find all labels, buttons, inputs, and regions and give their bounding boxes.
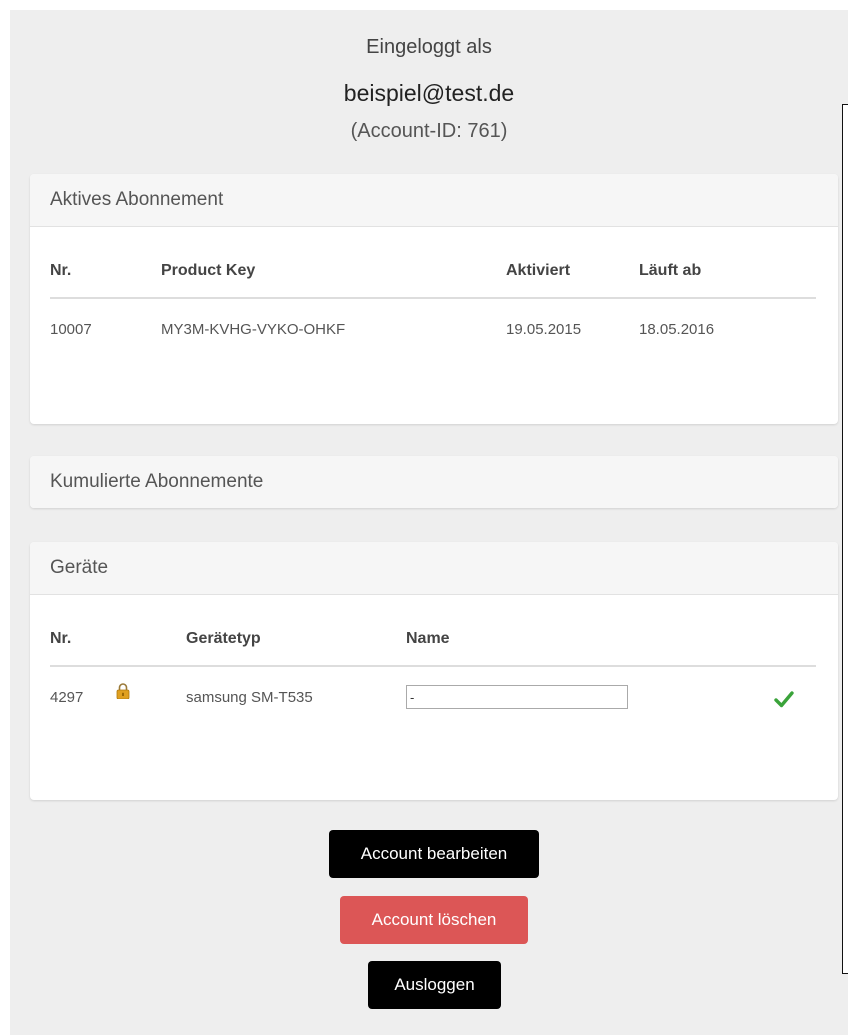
account-email: beispiel@test.de (343, 80, 515, 106)
cumulative-subscriptions-panel[interactable]: Kumulierte Abonnemente (30, 456, 838, 508)
devices-title: Geräte (30, 542, 838, 595)
device-name-input[interactable] (406, 685, 628, 709)
active-subscription-table: Nr. Product Key Aktiviert Läuft ab 10007… (50, 245, 816, 359)
edit-account-button[interactable]: Account bearbeiten (329, 830, 539, 878)
expiry-date: 18.05.2016 (639, 320, 715, 338)
table-header-row: Nr. Gerätetyp Name (50, 613, 816, 667)
column-header-expires: Läuft ab (639, 245, 816, 299)
table-row: 4297 samsung SM-T535 (50, 666, 816, 727)
device-type: samsung SM-T535 (186, 688, 313, 706)
account-page: Eingeloggt als beispiel@test.de (Account… (10, 10, 848, 1035)
devices-panel: Geräte Nr. Gerätetyp Name 4297 samsung S… (30, 542, 838, 800)
logged-in-label: Eingeloggt als (366, 36, 492, 58)
column-header-activated: Aktiviert (506, 245, 639, 299)
active-subscription-title: Aktives Abonnement (30, 174, 838, 227)
column-header-action (726, 613, 816, 667)
right-frame-border (842, 104, 848, 974)
device-lock-cell (116, 666, 186, 727)
checkmark-icon[interactable] (774, 690, 794, 708)
device-name-cell (406, 666, 726, 727)
logout-button[interactable]: Ausloggen (368, 961, 501, 1009)
device-confirm-cell (726, 666, 816, 727)
column-header-lock (116, 613, 186, 667)
column-header-name: Name (406, 613, 726, 667)
device-nr: 4297 (50, 688, 84, 706)
column-header-product-key: Product Key (161, 245, 506, 299)
lock-icon (116, 683, 130, 700)
column-header-device-type: Gerätetyp (186, 613, 406, 667)
active-subscription-panel: Aktives Abonnement Nr. Product Key Aktiv… (30, 174, 838, 424)
table-row: 10007 MY3M-KVHG-VYKO-OHKF 19.05.2015 18.… (50, 298, 816, 359)
product-key: MY3M-KVHG-VYKO-OHKF (161, 320, 346, 338)
table-header-row: Nr. Product Key Aktiviert Läuft ab (50, 245, 816, 299)
devices-table: Nr. Gerätetyp Name 4297 samsung SM-T535 … (50, 613, 816, 727)
cumulative-subscriptions-title[interactable]: Kumulierte Abonnemente (30, 456, 838, 508)
column-header-nr: Nr. (50, 613, 116, 667)
column-header-nr: Nr. (50, 245, 161, 299)
account-id: (Account-ID: 761) (350, 120, 508, 142)
activated-date: 19.05.2015 (506, 320, 582, 338)
subscription-nr: 10007 (50, 320, 92, 338)
delete-account-button[interactable]: Account löschen (340, 896, 528, 944)
